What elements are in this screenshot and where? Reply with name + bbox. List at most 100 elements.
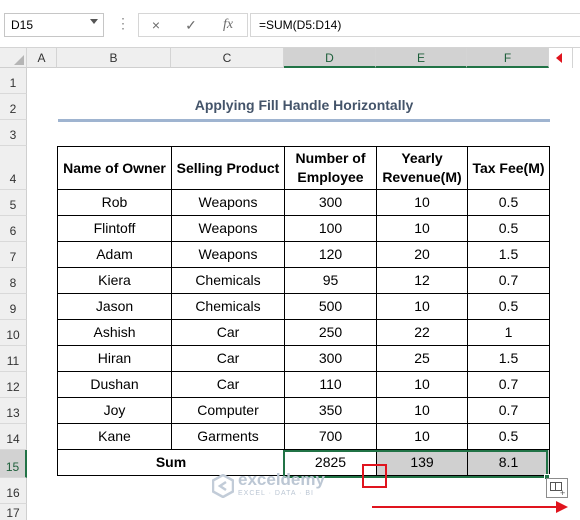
- row-header-15[interactable]: 15: [0, 450, 27, 478]
- scroll-left-icon[interactable]: [556, 53, 562, 63]
- cell-employees[interactable]: 120: [284, 241, 377, 268]
- cell-owner[interactable]: Kane: [57, 423, 172, 450]
- header-yearly-revenue[interactable]: Yearly Revenue(M): [376, 146, 468, 190]
- row-header-4[interactable]: 4: [0, 146, 27, 190]
- cell-owner[interactable]: Kiera: [57, 267, 172, 294]
- cell-tax[interactable]: 1: [467, 319, 550, 346]
- cell-owner[interactable]: Hiran: [57, 345, 172, 372]
- table-row: Kane Garments 700 10 0.5: [57, 423, 550, 450]
- cell-employees[interactable]: 95: [284, 267, 377, 294]
- header-number-of-employee[interactable]: Number of Employee: [284, 146, 377, 190]
- cell-owner[interactable]: Ashish: [57, 319, 172, 346]
- quick-analysis-icon[interactable]: +: [546, 478, 568, 498]
- name-box[interactable]: D15: [4, 13, 104, 37]
- cell-owner[interactable]: Joy: [57, 397, 172, 424]
- direction-arrow: [372, 506, 558, 508]
- cell-product[interactable]: Car: [171, 371, 285, 398]
- row-header-1[interactable]: 1: [0, 68, 27, 94]
- cell-revenue[interactable]: 25: [376, 345, 468, 372]
- chevron-down-icon[interactable]: [90, 19, 98, 24]
- select-all-icon: [14, 55, 24, 65]
- row-header-8[interactable]: 8: [0, 268, 27, 294]
- cancel-icon[interactable]: ×: [141, 14, 171, 36]
- table-row: Dushan Car 110 10 0.7: [57, 371, 550, 398]
- header-tax-fee[interactable]: Tax Fee(M): [467, 146, 550, 190]
- cell-tax[interactable]: 1.5: [467, 241, 550, 268]
- cell-owner[interactable]: Adam: [57, 241, 172, 268]
- row-header-14[interactable]: 14: [0, 424, 27, 450]
- cell-revenue[interactable]: 10: [376, 189, 468, 216]
- table-row: Joy Computer 350 10 0.7: [57, 397, 550, 424]
- table-row: Adam Weapons 120 20 1.5: [57, 241, 550, 268]
- cell-owner[interactable]: Jason: [57, 293, 172, 320]
- cell-product[interactable]: Computer: [171, 397, 285, 424]
- row-header-3[interactable]: 3: [0, 120, 27, 146]
- column-header-e[interactable]: E: [376, 48, 467, 68]
- cell-tax[interactable]: 0.7: [467, 397, 550, 424]
- cell-revenue[interactable]: 12: [376, 267, 468, 294]
- row-header-17[interactable]: 17: [0, 504, 27, 520]
- row-header-12[interactable]: 12: [0, 372, 27, 398]
- cell-product[interactable]: Chemicals: [171, 293, 285, 320]
- cell-employees[interactable]: 300: [284, 189, 377, 216]
- row-header-16[interactable]: 16: [0, 478, 27, 504]
- table-row: Flintoff Weapons 100 10 0.5: [57, 215, 550, 242]
- row-header-5[interactable]: 5: [0, 190, 27, 216]
- header-selling-product[interactable]: Selling Product: [171, 146, 285, 190]
- cell-owner[interactable]: Flintoff: [57, 215, 172, 242]
- cell-employees[interactable]: 100: [284, 215, 377, 242]
- cell-owner[interactable]: Rob: [57, 189, 172, 216]
- row-header-7[interactable]: 7: [0, 242, 27, 268]
- cell-owner[interactable]: Dushan: [57, 371, 172, 398]
- cell-employees[interactable]: 110: [284, 371, 377, 398]
- row-header-10[interactable]: 10: [0, 320, 27, 346]
- cell-product[interactable]: Garments: [171, 423, 285, 450]
- cell-tax[interactable]: 0.5: [467, 423, 550, 450]
- cell-revenue[interactable]: 10: [376, 371, 468, 398]
- column-header-f[interactable]: F: [467, 48, 549, 68]
- cell-product[interactable]: Weapons: [171, 189, 285, 216]
- cell-tax[interactable]: 0.7: [467, 371, 550, 398]
- cell-employees[interactable]: 700: [284, 423, 377, 450]
- enter-icon[interactable]: ✓: [176, 14, 206, 36]
- row-header-6[interactable]: 6: [0, 216, 27, 242]
- table-row: Kiera Chemicals 95 12 0.7: [57, 267, 550, 294]
- cell-product[interactable]: Car: [171, 345, 285, 372]
- cell-revenue[interactable]: 10: [376, 423, 468, 450]
- cell-employees[interactable]: 250: [284, 319, 377, 346]
- cell-tax[interactable]: 0.5: [467, 215, 550, 242]
- column-header-d[interactable]: D: [284, 48, 376, 68]
- cell-product[interactable]: Weapons: [171, 241, 285, 268]
- cell-tax[interactable]: 1.5: [467, 345, 550, 372]
- column-header-b[interactable]: B: [57, 48, 171, 68]
- column-header-c[interactable]: C: [171, 48, 284, 68]
- row-header-9[interactable]: 9: [0, 294, 27, 320]
- cell-product[interactable]: Chemicals: [171, 267, 285, 294]
- cell-product[interactable]: Weapons: [171, 215, 285, 242]
- row-header-11[interactable]: 11: [0, 346, 27, 372]
- insert-function-icon[interactable]: fx: [213, 14, 243, 36]
- cell-employees[interactable]: 500: [284, 293, 377, 320]
- cell-employees[interactable]: 300: [284, 345, 377, 372]
- watermark-name: exceldemy: [238, 470, 325, 489]
- cell-tax[interactable]: 0.7: [467, 267, 550, 294]
- cell-revenue[interactable]: 22: [376, 319, 468, 346]
- cell-revenue[interactable]: 10: [376, 397, 468, 424]
- cell-tax[interactable]: 0.5: [467, 189, 550, 216]
- cell-tax[interactable]: 0.5: [467, 293, 550, 320]
- watermark: exceldemy EXCEL · DATA · BI: [212, 470, 362, 504]
- row-header-2[interactable]: 2: [0, 94, 27, 120]
- column-header-a[interactable]: A: [27, 48, 57, 68]
- header-name-of-owner[interactable]: Name of Owner: [57, 146, 172, 190]
- cell-employees[interactable]: 350: [284, 397, 377, 424]
- table-row: Hiran Car 300 25 1.5: [57, 345, 550, 372]
- cell-product[interactable]: Car: [171, 319, 285, 346]
- cell-revenue[interactable]: 10: [376, 293, 468, 320]
- cell-revenue[interactable]: 10: [376, 215, 468, 242]
- row-header-13[interactable]: 13: [0, 398, 27, 424]
- more-options-icon[interactable]: ⋮: [116, 15, 130, 32]
- horizontal-scroll-area[interactable]: [572, 48, 580, 68]
- table-row: Jason Chemicals 500 10 0.5: [57, 293, 550, 320]
- cell-revenue[interactable]: 20: [376, 241, 468, 268]
- formula-input[interactable]: =SUM(D5:D14): [250, 13, 580, 37]
